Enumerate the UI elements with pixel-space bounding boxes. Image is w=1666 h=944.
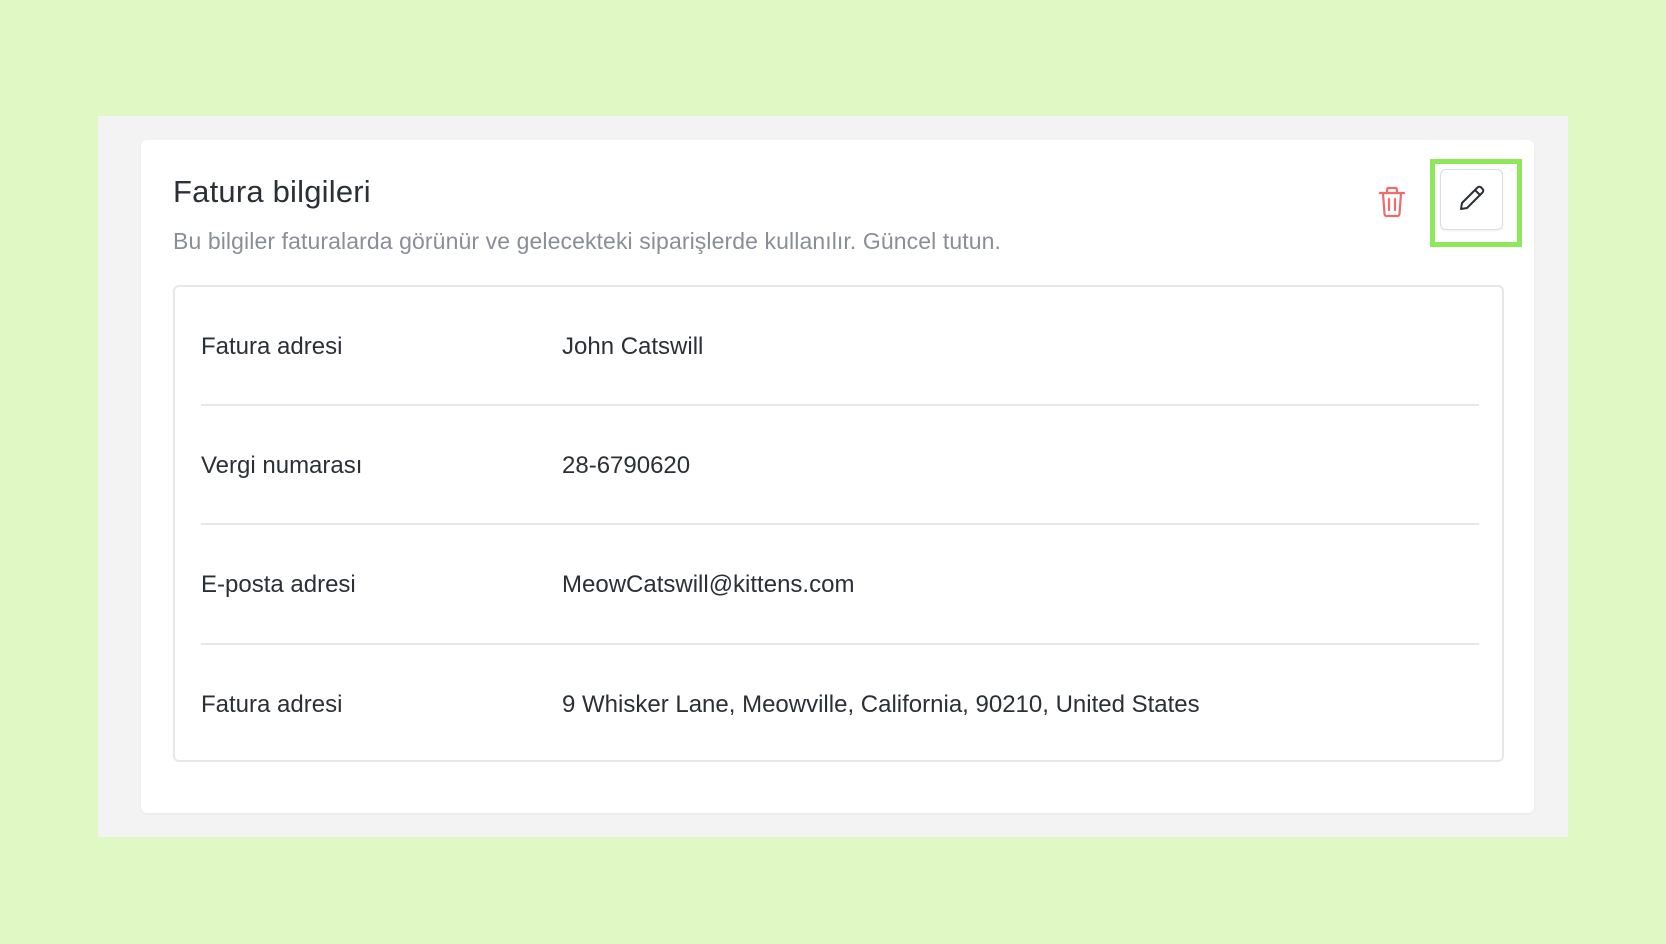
row-value: 9 Whisker Lane, Meowville, California, 9… [562, 690, 1200, 718]
table-row: E-posta adresi MeowCatswill@kittens.com [201, 525, 1479, 644]
table-row: Fatura adresi John Catswill [201, 287, 1479, 406]
trash-icon [1378, 186, 1406, 221]
row-label: Fatura adresi [201, 690, 343, 718]
settings-panel: Fatura bilgileri Bu bilgiler faturalarda… [98, 116, 1568, 837]
row-value: John Catswill [562, 332, 704, 360]
row-label: Vergi numarası [201, 451, 363, 479]
billing-info-card: Fatura bilgileri Bu bilgiler faturalarda… [141, 140, 1534, 813]
card-title: Fatura bilgileri [173, 174, 371, 209]
table-row: Vergi numarası 28-6790620 [201, 406, 1479, 525]
card-description: Bu bilgiler faturalarda görünür ve gelec… [173, 228, 1001, 254]
row-label: Fatura adresi [201, 332, 343, 360]
row-label: E-posta adresi [201, 570, 356, 598]
delete-button[interactable] [1374, 183, 1410, 223]
billing-details-table: Fatura adresi John Catswill Vergi numara… [173, 285, 1504, 762]
row-value: MeowCatswill@kittens.com [562, 570, 855, 598]
row-value: 28-6790620 [562, 451, 691, 479]
edit-button[interactable] [1440, 169, 1503, 230]
table-row: Fatura adresi 9 Whisker Lane, Meowville,… [201, 645, 1479, 764]
pencil-icon [1457, 183, 1487, 216]
